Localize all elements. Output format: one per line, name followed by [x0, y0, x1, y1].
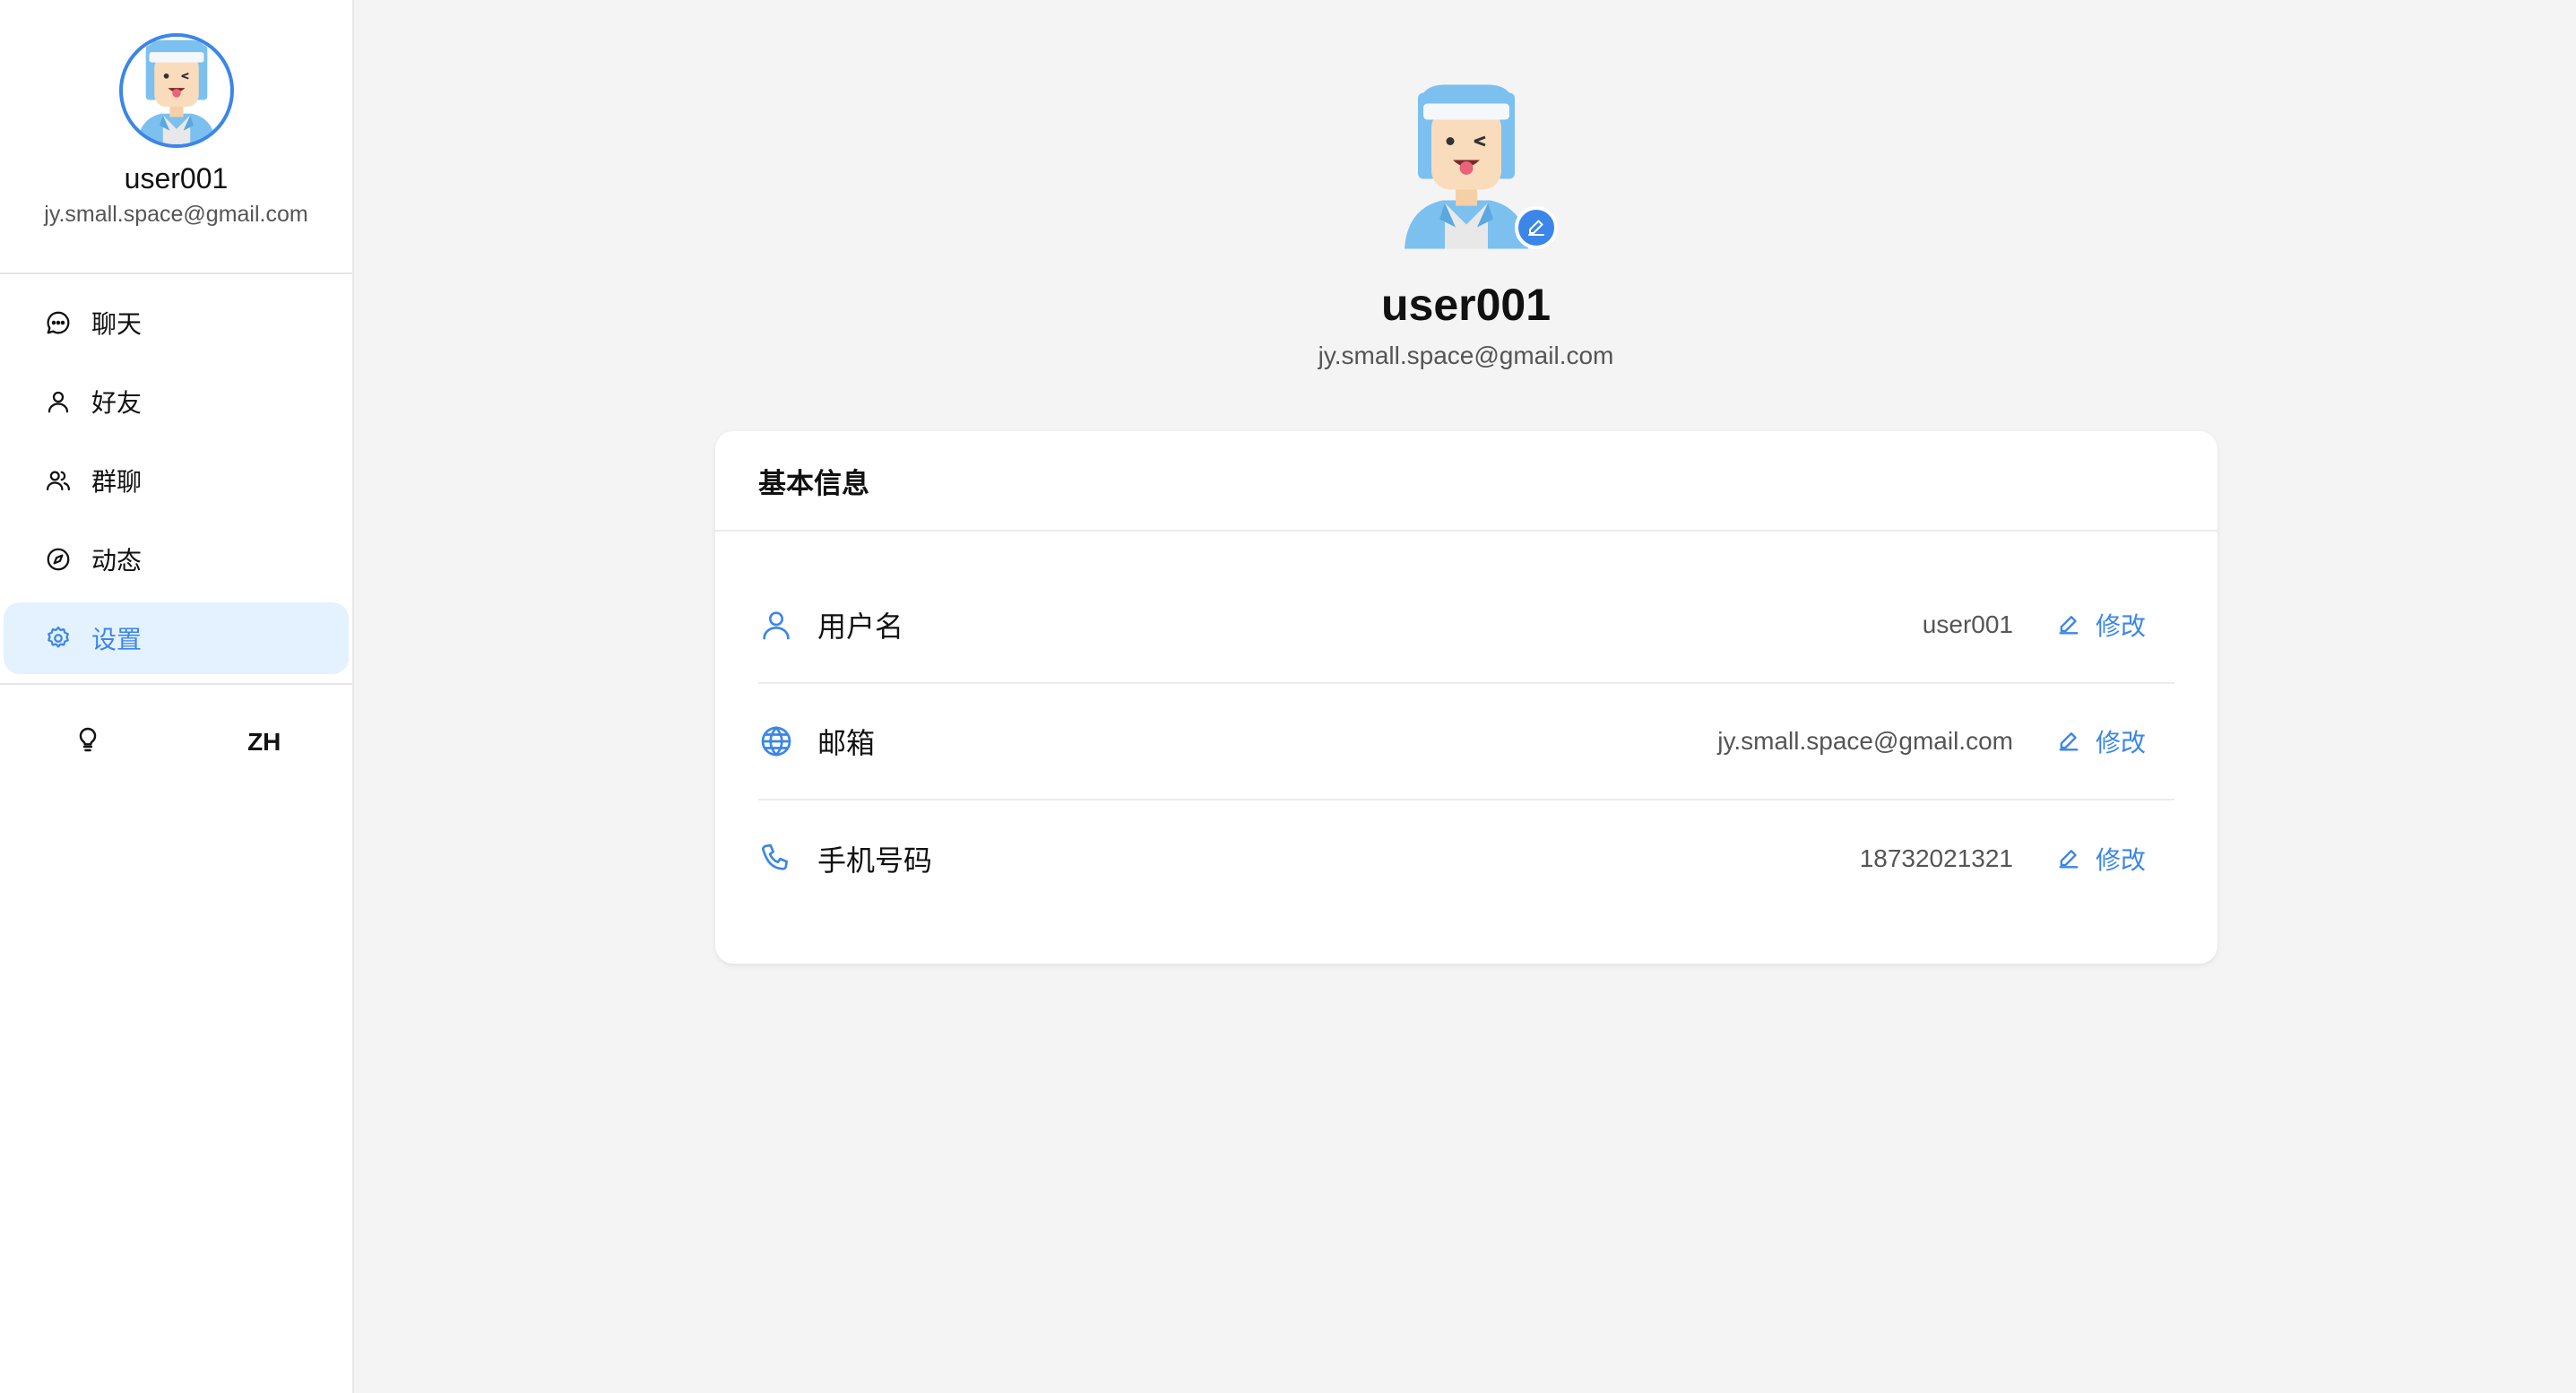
edit-username-button[interactable]: 修改	[2056, 607, 2146, 643]
sidebar-item-groups[interactable]: 群聊	[4, 445, 349, 516]
profile-email: jy.small.space@gmail.com	[1318, 342, 1614, 369]
edit-email-button[interactable]: 修改	[2056, 723, 2146, 759]
users-icon	[45, 467, 72, 494]
chat-bubble-icon	[45, 309, 72, 336]
pencil-icon	[2056, 846, 2081, 871]
info-value: user001	[1922, 610, 2013, 638]
pencil-icon	[2056, 612, 2081, 637]
sidebar-item-label: 动态	[91, 547, 143, 575]
info-rows: 用户名 user001 修改 邮箱 jy.small.space@gmail.c…	[715, 532, 2217, 917]
info-row-phone: 手机号码 18732021321 修改	[758, 800, 2174, 917]
sidebar-item-label: 设置	[91, 626, 143, 653]
card-title: 基本信息	[715, 431, 2217, 532]
sidebar-item-label: 聊天	[91, 310, 143, 338]
info-value: 18732021321	[1859, 844, 2013, 872]
pencil-icon	[1526, 217, 1547, 238]
info-row-username: 用户名 user001 修改	[758, 567, 2174, 684]
sidebar-item-label: 好友	[91, 389, 143, 417]
sidebar-email: jy.small.space@gmail.com	[44, 202, 308, 227]
edit-phone-button[interactable]: 修改	[2056, 841, 2146, 877]
theme-toggle-button[interactable]	[0, 725, 177, 760]
info-row-email: 邮箱 jy.small.space@gmail.com 修改	[758, 684, 2174, 800]
user-icon	[758, 607, 794, 643]
app-root: user001 jy.small.space@gmail.com 聊天 好友 群…	[0, 0, 2576, 1393]
edit-label: 修改	[2095, 729, 2146, 757]
sidebar-profile: user001 jy.small.space@gmail.com	[0, 0, 352, 274]
pencil-icon	[2056, 729, 2081, 754]
info-value: jy.small.space@gmail.com	[1717, 727, 2013, 755]
profile-username: user001	[1380, 280, 1552, 330]
profile-header: user001 jy.small.space@gmail.com	[356, 79, 2576, 371]
edit-label: 修改	[2095, 612, 2146, 640]
language-toggle-button[interactable]: ZH	[177, 728, 353, 757]
sidebar-item-label: 群聊	[91, 468, 143, 496]
sidebar-username: user001	[124, 162, 229, 195]
sidebar-nav: 聊天 好友 群聊 动态 设置	[0, 287, 352, 674]
globe-icon	[758, 723, 794, 759]
sidebar-avatar[interactable]	[118, 33, 234, 148]
user-icon	[45, 388, 72, 415]
sidebar-tools: ZH	[0, 685, 352, 800]
info-label: 邮箱	[817, 727, 876, 759]
sidebar-item-chat[interactable]: 聊天	[4, 287, 349, 359]
lightbulb-icon	[73, 725, 102, 760]
compass-icon	[45, 546, 72, 573]
phone-icon	[758, 841, 794, 877]
sidebar-item-friends[interactable]: 好友	[4, 366, 349, 437]
sidebar-item-settings[interactable]: 设置	[4, 602, 349, 674]
sidebar: user001 jy.small.space@gmail.com 聊天 好友 群…	[0, 0, 354, 1393]
basic-info-card: 基本信息 用户名 user001 修改 邮箱 jy.small.space@gm…	[715, 431, 2217, 964]
edit-avatar-button[interactable]	[1514, 206, 1558, 249]
edit-label: 修改	[2095, 846, 2146, 874]
info-label: 手机号码	[817, 844, 933, 877]
gear-icon	[45, 625, 72, 652]
profile-avatar[interactable]	[1386, 79, 1558, 249]
info-label: 用户名	[817, 610, 904, 643]
sidebar-item-moments[interactable]: 动态	[4, 523, 349, 595]
main-content: user001 jy.small.space@gmail.com 基本信息 用户…	[356, 0, 2576, 1393]
